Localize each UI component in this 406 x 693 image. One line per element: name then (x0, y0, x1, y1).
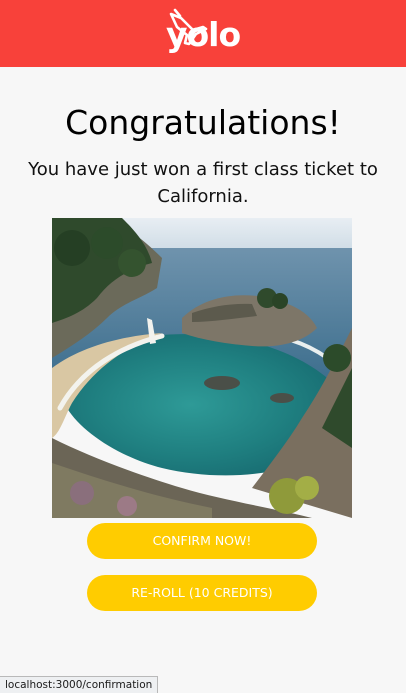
logo-text: yolo (166, 15, 241, 54)
yolo-logo[interactable]: yolo (163, 6, 243, 58)
prize-message: You have just won a first class ticket t… (28, 159, 378, 207)
app-header: yolo (0, 0, 406, 67)
destination-photo (52, 218, 352, 518)
confirm-now-button[interactable]: CONFIRM NOW! (87, 523, 317, 559)
link-status-bar: localhost:3000/confirmation (0, 676, 159, 693)
page-title: Congratulations! (65, 103, 341, 142)
reroll-button[interactable]: RE-ROLL (10 CREDITS) (87, 575, 317, 611)
